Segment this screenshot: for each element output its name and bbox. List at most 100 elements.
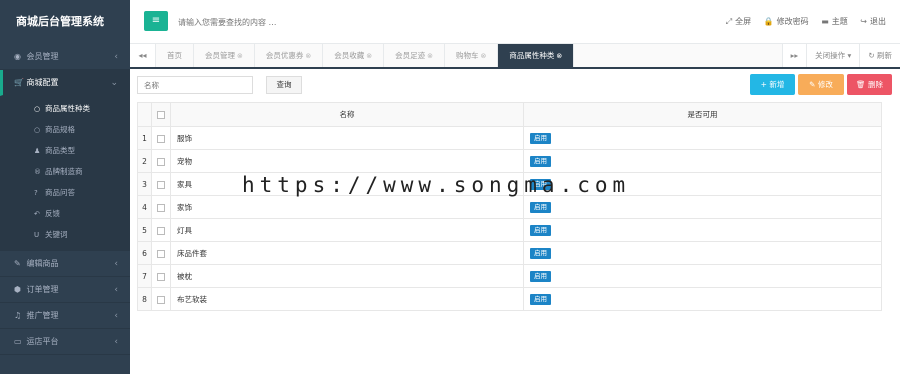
delete-button[interactable]: 🗑 删除 <box>847 74 892 95</box>
query-button[interactable]: 查询 <box>266 76 302 94</box>
logout-button[interactable]: ↪ 退出 <box>860 0 886 44</box>
row-checkbox[interactable] <box>151 287 171 311</box>
table-row[interactable]: 5 灯具 启用 <box>137 218 882 242</box>
cell-available: 启用 <box>523 218 882 242</box>
close-icon[interactable]: ⊗ <box>481 52 487 60</box>
cell-available: 启用 <box>523 195 882 219</box>
sidebar-item-feedback[interactable]: ↶ 反馈 <box>0 203 130 224</box>
table-row[interactable]: 1 服饰 启用 <box>137 126 882 150</box>
row-number: 6 <box>137 241 152 265</box>
checkbox-icon <box>157 180 165 189</box>
close-icon[interactable]: ⊗ <box>305 52 311 60</box>
edit-button[interactable]: ✎ 修改 <box>798 74 844 95</box>
close-icon[interactable]: ⊗ <box>427 52 433 60</box>
global-search-input[interactable] <box>178 13 378 31</box>
sidebar-item-product-type[interactable]: ♟ 商品类型 <box>0 140 130 161</box>
tab-members[interactable]: 会员管理 ⊗ <box>194 44 255 67</box>
lock-icon: 🔒 <box>763 17 774 26</box>
sidebar-item-qa[interactable]: ? 商品问答 <box>0 182 130 203</box>
sidebar-group-promotion[interactable]: ♫ 推广管理 ‹ <box>0 303 130 329</box>
chevron-left-icon: ‹ <box>114 285 118 295</box>
sidebar-item-brand[interactable]: ® 品牌制造商 <box>0 161 130 182</box>
refresh-button[interactable]: ↻ 刷新 <box>859 44 900 67</box>
logout-label: 退出 <box>870 17 886 26</box>
cell-name: 家具 <box>170 172 524 196</box>
row-checkbox[interactable] <box>151 264 171 288</box>
table-row[interactable]: 3 家具 启用 <box>137 172 882 196</box>
checkbox-icon <box>157 226 165 235</box>
sidebar-group-members[interactable]: ◉ 会员管理 ‹ <box>0 44 130 70</box>
cell-available: 启用 <box>523 126 882 150</box>
refresh-icon: ↻ <box>868 51 875 60</box>
row-checkbox[interactable] <box>151 218 171 242</box>
table-row[interactable]: 4 家饰 启用 <box>137 195 882 219</box>
change-password-button[interactable]: 🔒 修改密码 <box>764 0 809 44</box>
close-icon[interactable]: ⊗ <box>366 52 372 60</box>
tabs-scroll-right-icon[interactable]: ▸▸ <box>781 44 807 67</box>
cell-name: 宠物 <box>170 149 524 173</box>
tab-attribute-types[interactable]: 商品属性种类 ⊗ <box>498 44 575 67</box>
cell-available: 启用 <box>523 149 882 173</box>
fullscreen-button[interactable]: ⤢ 全屏 <box>726 0 751 44</box>
theme-button[interactable]: ▬ 主题 <box>821 0 848 44</box>
sidebar-group-mall-config[interactable]: 🛒 商城配置 ⌄ <box>0 70 130 96</box>
chevron-left-icon: ‹ <box>114 259 118 269</box>
tab-cart[interactable]: 购物车 ⊗ <box>445 44 499 67</box>
sidebar-item-label: 商品规格 <box>45 125 75 134</box>
row-number: 3 <box>137 172 152 196</box>
circle-icon: ○ <box>34 126 41 134</box>
underline-icon: U <box>34 231 40 239</box>
sidebar-group-label: 商城配置 <box>26 78 59 87</box>
theme-icon: ▬ <box>821 17 829 26</box>
row-checkbox[interactable] <box>151 149 171 173</box>
table-row[interactable]: 2 宠物 启用 <box>137 149 882 173</box>
table-row[interactable]: 8 布艺软装 启用 <box>137 287 882 311</box>
chevron-down-icon: ⌄ <box>110 78 118 88</box>
registered-icon: ® <box>34 168 41 176</box>
tab-favorites[interactable]: 会员收藏 ⊗ <box>323 44 385 67</box>
add-button[interactable]: + 新增 <box>750 74 795 95</box>
sidebar-group-orders[interactable]: ⬢ 订单管理 ‹ <box>0 277 130 303</box>
cell-name: 服饰 <box>170 126 524 150</box>
table-row[interactable]: 7 被枕 启用 <box>137 264 882 288</box>
cell-name: 家饰 <box>170 195 524 219</box>
content-panel: 查询 + 新增 ✎ 修改 🗑 删除 名称 是否可用 1 服饰 启用 2 宠物 <box>130 69 900 374</box>
chevron-left-icon: ‹ <box>114 311 118 321</box>
tab-coupons[interactable]: 会员优惠券 ⊗ <box>255 44 324 67</box>
sidebar-item-specs[interactable]: ○ 商品规格 <box>0 119 130 140</box>
top-actions: ⤢ 全屏 🔒 修改密码 ▬ 主题 ↪ 退出 <box>716 0 886 44</box>
tab-label: 首页 <box>167 51 182 60</box>
tab-footprints[interactable]: 会员足迹 ⊗ <box>384 44 445 67</box>
sidebar-item-attribute-types[interactable]: ○ 商品属性种类 <box>0 98 130 119</box>
name-filter-input[interactable] <box>137 76 253 94</box>
cell-name: 布艺软装 <box>170 287 524 311</box>
tab-home[interactable]: 首页 <box>156 44 194 67</box>
expand-icon: ⤢ <box>725 17 733 26</box>
tabs-scroll-left-icon[interactable]: ◂◂ <box>130 44 156 67</box>
tabs-bar: ◂◂ 首页 会员管理 ⊗ 会员优惠券 ⊗ 会员收藏 ⊗ 会员足迹 ⊗ 购物车 ⊗ 商品属性种类 ⊗ ▸▸… <box>130 44 900 69</box>
row-checkbox[interactable] <box>151 126 171 150</box>
column-header-available[interactable]: 是否可用 <box>523 102 882 127</box>
column-header-name[interactable]: 名称 <box>170 102 524 127</box>
close-icon[interactable]: ⊗ <box>556 52 562 60</box>
close-ops-dropdown[interactable]: 关闭操作 ▾ <box>806 44 859 67</box>
close-icon[interactable]: ⊗ <box>237 52 243 60</box>
tab-label: 商品属性种类 <box>509 51 555 60</box>
row-checkbox[interactable] <box>151 241 171 265</box>
sidebar-item-keywords[interactable]: U 关键词 <box>0 224 130 245</box>
select-all-checkbox[interactable] <box>151 102 171 127</box>
tab-label: 会员优惠券 <box>265 51 304 60</box>
menu-toggle-button[interactable]: ≡ <box>144 11 168 31</box>
row-checkbox[interactable] <box>151 172 171 196</box>
row-number: 8 <box>137 287 152 311</box>
row-checkbox[interactable] <box>151 195 171 219</box>
change-password-label: 修改密码 <box>776 17 809 26</box>
sidebar-group-edit-products[interactable]: ✎ 编辑商品 ‹ <box>0 251 130 277</box>
monitor-icon: ▭ <box>14 337 22 346</box>
page-tabs: 首页 会员管理 ⊗ 会员优惠券 ⊗ 会员收藏 ⊗ 会员足迹 ⊗ 购物车 ⊗ 商品属性种类 ⊗ <box>156 44 575 67</box>
sidebar-group-label: 会员管理 <box>26 52 59 61</box>
question-circle-icon: ? <box>34 189 38 197</box>
table-row[interactable]: 6 床品件套 启用 <box>137 241 882 265</box>
cell-name: 被枕 <box>170 264 524 288</box>
sidebar-group-operations[interactable]: ▭ 运店平台 ‹ <box>0 329 130 355</box>
